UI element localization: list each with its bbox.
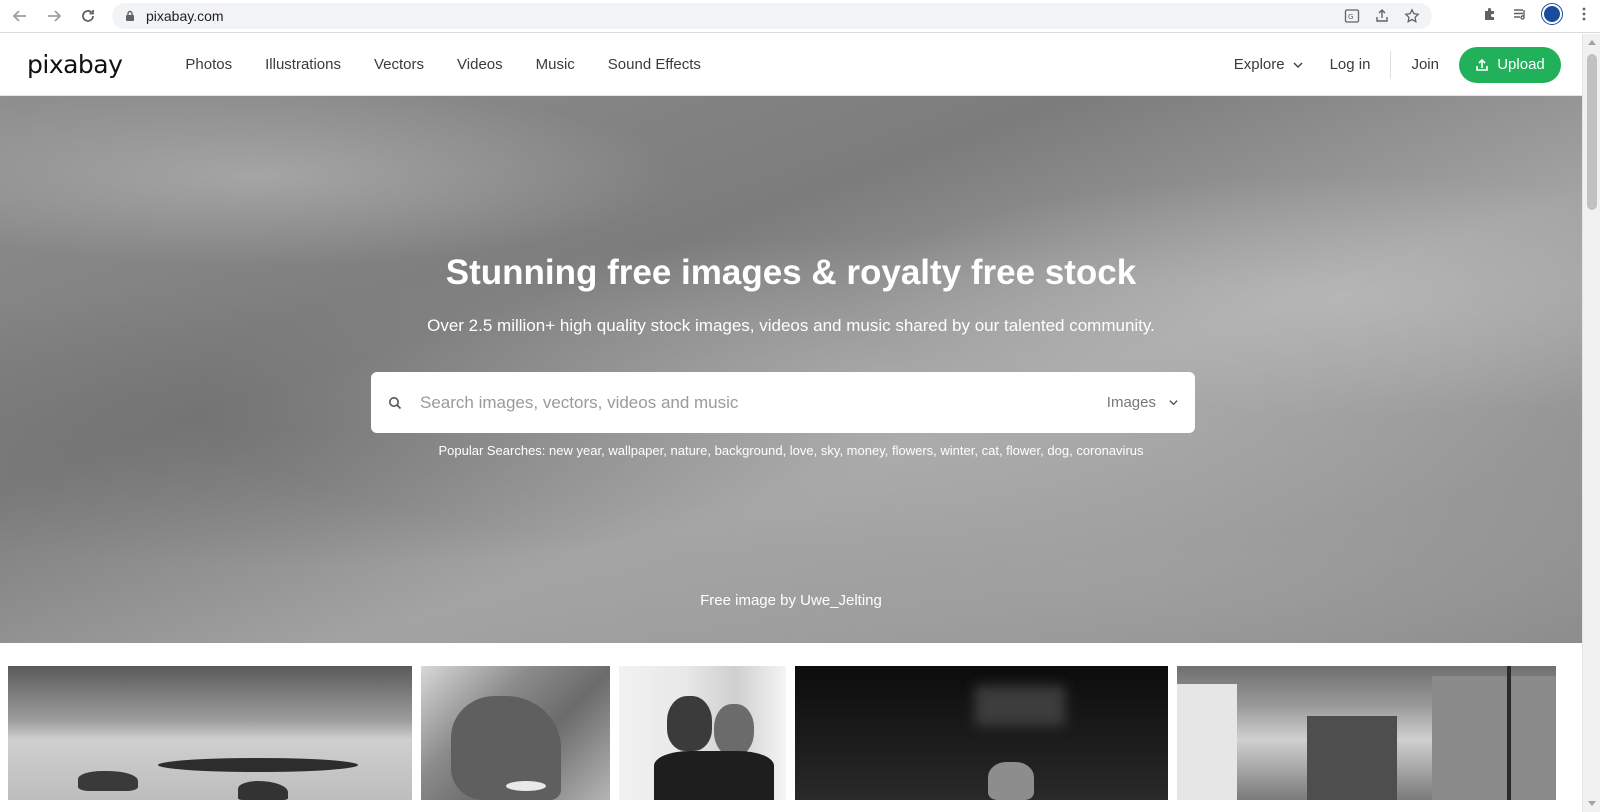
svg-text:G: G [1348,13,1353,21]
explore-label: Explore [1233,56,1285,73]
header-actions: Explore Log in Join Upload [1234,34,1561,96]
translate-icon[interactable]: G [1344,8,1360,24]
popular-tag[interactable]: background [715,443,783,458]
upload-icon [1476,58,1489,71]
forward-button[interactable] [40,2,68,30]
star-icon[interactable] [1404,8,1420,24]
share-icon[interactable] [1374,8,1390,24]
nav-photos[interactable]: Photos [185,56,232,73]
image-thumbnail[interactable] [8,666,412,800]
image-thumbnail[interactable] [1177,666,1556,800]
popular-searches-label: Popular Searches: [438,443,546,458]
main-nav: Photos Illustrations Vectors Videos Musi… [185,56,734,73]
popular-searches: Popular Searches: new year, wallpaper, n… [438,443,1144,458]
browser-toolbar: pixabay.com G [0,0,1600,33]
kebab-menu-icon[interactable] [1576,6,1592,22]
hero-title: Stunning free images & royalty free stoc… [445,253,1137,292]
popular-tag[interactable]: wallpaper [608,443,663,458]
media-queue-icon[interactable] [1512,6,1528,22]
page-scrollbar[interactable] [1582,34,1600,812]
image-credit[interactable]: Free image by Uwe_Jelting [0,592,1582,609]
chevron-down-icon [1293,61,1303,68]
site-header: pixabay Photos Illustrations Vectors Vid… [0,34,1582,96]
image-thumbnail[interactable] [795,666,1168,800]
hero-banner: Stunning free images & royalty free stoc… [0,96,1582,643]
arrow-left-icon [12,10,26,22]
popular-tag[interactable]: new year [549,443,601,458]
hero-subtitle: Over 2.5 million+ high quality stock ima… [427,316,1155,335]
popular-tag[interactable]: cat [982,443,999,458]
nav-music[interactable]: Music [536,56,575,73]
address-bar[interactable]: pixabay.com G [112,3,1432,29]
popular-tag[interactable]: flowers [892,443,933,458]
popular-tag[interactable]: flower [1006,443,1040,458]
popular-tag[interactable]: nature [671,443,708,458]
popular-tag[interactable]: money [847,443,885,458]
scroll-up-arrow[interactable] [1588,40,1596,45]
search-icon[interactable] [388,396,402,410]
url-text: pixabay.com [146,8,224,24]
pixabay-logo[interactable]: pixabay [27,50,123,79]
scrollbar-thumb[interactable] [1587,54,1597,210]
profile-avatar[interactable] [1542,4,1562,24]
lock-icon [126,10,134,21]
arrow-right-icon [48,10,62,22]
reload-icon [82,10,94,22]
upload-button[interactable]: Upload [1459,46,1561,83]
explore-menu[interactable]: Explore [1234,56,1304,73]
login-link[interactable]: Log in [1330,50,1392,79]
upload-label: Upload [1497,56,1545,73]
search-bar: Images [371,372,1195,433]
chevron-down-icon [1169,400,1178,406]
join-link[interactable]: Join [1411,56,1439,73]
nav-sound-effects[interactable]: Sound Effects [608,56,701,73]
popular-tag[interactable]: dog [1047,443,1069,458]
popular-tag[interactable]: winter [940,443,974,458]
reload-button[interactable] [74,2,102,30]
popular-tag[interactable]: love [790,443,814,458]
back-button[interactable] [6,2,34,30]
nav-videos[interactable]: Videos [457,56,503,73]
puzzle-icon[interactable] [1482,6,1498,22]
popular-tag[interactable]: coronavirus [1076,443,1143,458]
scroll-down-arrow[interactable] [1588,801,1596,806]
image-thumbnail[interactable] [421,666,610,800]
search-scope-label: Images [1106,394,1156,411]
nav-illustrations[interactable]: Illustrations [265,56,341,73]
search-input[interactable] [420,392,1080,413]
popular-tag[interactable]: sky [821,443,840,458]
search-scope-select[interactable]: Images [1107,394,1179,411]
image-thumbnail[interactable] [619,666,786,800]
nav-vectors[interactable]: Vectors [374,56,424,73]
